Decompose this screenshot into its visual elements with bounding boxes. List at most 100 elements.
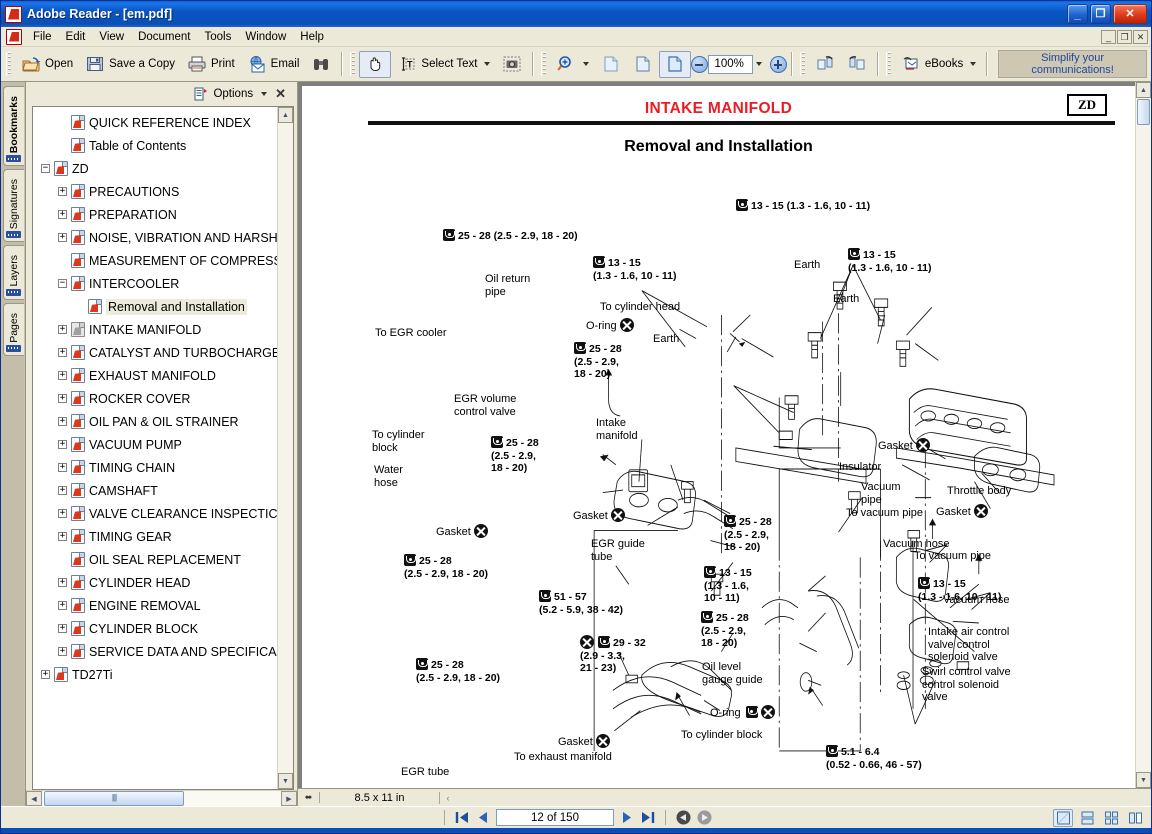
bookmark-expander[interactable]: +	[58, 348, 67, 357]
restore-button[interactable]: ❐	[1090, 4, 1111, 24]
bookmark-expander[interactable]: +	[58, 486, 67, 495]
menu-file[interactable]: File	[26, 29, 59, 45]
menu-help[interactable]: Help	[293, 29, 331, 45]
bookmarks-horizontal-scrollbar[interactable]: ◀ ▶	[26, 790, 297, 806]
document-scroll-down-button[interactable]: ▼	[1136, 772, 1151, 788]
bookmarks-scroll-up-button[interactable]: ▲	[278, 107, 293, 123]
menu-tools[interactable]: Tools	[198, 29, 239, 45]
page-resize-handle[interactable]: ⬌	[298, 792, 320, 803]
email-button[interactable]: Email	[241, 51, 306, 78]
bookmark-expander[interactable]: +	[58, 325, 67, 334]
save-a-copy-button[interactable]: Save a Copy	[79, 51, 181, 78]
open-button[interactable]: Open	[15, 51, 79, 78]
next-page-icon[interactable]	[618, 810, 635, 825]
print-button[interactable]: Print	[181, 51, 241, 78]
bookmark-item[interactable]: + CYLINDER HEAD	[33, 571, 277, 594]
tab-layers[interactable]: Layers	[2, 245, 24, 300]
bookmark-expander[interactable]: +	[58, 417, 67, 426]
tools-toolbar-grip[interactable]	[350, 52, 357, 76]
previous-page-icon[interactable]	[475, 810, 492, 825]
tab-signatures[interactable]: Signatures	[2, 169, 24, 243]
bookmarks-vertical-scrollbar[interactable]: ▲ ▼	[277, 107, 293, 789]
bookmark-item[interactable]: + PRECAUTIONS	[33, 180, 277, 203]
options-dropdown-caret[interactable]	[261, 92, 268, 96]
bookmark-item[interactable]: + TIMING CHAIN	[33, 456, 277, 479]
menu-edit[interactable]: Edit	[59, 29, 93, 45]
tab-bookmarks[interactable]: Bookmarks	[2, 86, 24, 167]
bookmarks-scroll-right-button[interactable]: ▶	[281, 791, 297, 806]
bookmarks-tree[interactable]: QUICK REFERENCE INDEX Table of Contents − Z…	[33, 107, 277, 789]
rotate-counterclockwise-button[interactable]	[841, 51, 873, 78]
bookmarks-hscroll-track[interactable]	[42, 791, 281, 806]
document-scroll-thumb[interactable]	[1137, 99, 1150, 125]
bookmark-item[interactable]: + VALVE CLEARANCE INSPECTIC	[33, 502, 277, 525]
bookmark-item[interactable]: + CYLINDER BLOCK	[33, 617, 277, 640]
bookmark-item[interactable]: + CAMSHAFT	[33, 479, 277, 502]
bookmark-expander[interactable]: +	[58, 647, 67, 656]
bookmark-expander[interactable]: +	[58, 371, 67, 380]
bookmark-expander[interactable]: +	[58, 210, 67, 219]
bookmark-expander[interactable]: +	[58, 233, 67, 242]
bookmark-expander[interactable]: +	[58, 578, 67, 587]
continuous-facing-view-button[interactable]	[1125, 809, 1145, 827]
page-number-field[interactable]: 12 of 150	[496, 809, 614, 826]
doc-restore-button[interactable]: ❐	[1117, 29, 1132, 44]
hand-tool-button[interactable]	[359, 50, 392, 78]
bookmark-item[interactable]: + TD27Ti	[33, 663, 277, 686]
bookmark-expander[interactable]: +	[41, 670, 50, 679]
doc-minimize-button[interactable]: _	[1101, 29, 1116, 44]
bookmarks-scroll-down-button[interactable]: ▼	[278, 773, 293, 789]
actual-size-button[interactable]	[595, 51, 627, 78]
select-text-button[interactable]: T Select Text	[391, 51, 496, 78]
bookmark-item[interactable]: + CATALYST AND TURBOCHARGE	[33, 341, 277, 364]
page-canvas-wrapper[interactable]: ZD INTAKE MANIFOLD Removal and Installat…	[298, 82, 1135, 788]
fit-page-button[interactable]	[627, 51, 659, 78]
document-scroll-up-button[interactable]: ▲	[1136, 82, 1151, 98]
ebooks-toolbar-grip[interactable]	[885, 52, 892, 76]
bookmark-item[interactable]: MEASUREMENT OF COMPRESŚ	[33, 249, 277, 272]
bookmarks-scroll-track[interactable]	[278, 123, 293, 773]
bookmark-item[interactable]: + INTAKE MANIFOLD	[33, 318, 277, 341]
doc-close-button[interactable]: ✕	[1133, 29, 1148, 44]
close-button[interactable]: ✕	[1113, 4, 1147, 24]
document-scroll-track[interactable]	[1136, 98, 1151, 772]
first-page-icon[interactable]	[454, 810, 471, 825]
ad-banner[interactable]: Simplify your communications!	[998, 50, 1147, 78]
zoom-level-dropdown-caret[interactable]	[755, 62, 762, 66]
rotate-clockwise-button[interactable]	[809, 51, 841, 78]
facing-view-button[interactable]	[1101, 809, 1121, 827]
bookmark-item[interactable]: Removal and Installation	[33, 295, 277, 318]
minimize-button[interactable]: _	[1067, 4, 1088, 24]
bookmark-item[interactable]: QUICK REFERENCE INDEX	[33, 111, 277, 134]
single-page-view-button[interactable]	[1053, 808, 1073, 827]
bookmark-expander[interactable]: +	[58, 509, 67, 518]
bookmark-item[interactable]: + OIL PAN & OIL STRAINER	[33, 410, 277, 433]
bookmark-item[interactable]: + NOISE, VIBRATION AND HARSH	[33, 226, 277, 249]
bookmark-item[interactable]: + EXHAUST MANIFOLD	[33, 364, 277, 387]
previous-view-icon[interactable]	[675, 810, 692, 825]
document-vertical-scrollbar[interactable]: ▲ ▼	[1135, 82, 1151, 788]
collapse-panel-button[interactable]: ‹	[440, 793, 456, 803]
bookmark-expander[interactable]: +	[58, 601, 67, 610]
menu-view[interactable]: View	[92, 29, 131, 45]
bookmark-item[interactable]: + ENGINE REMOVAL	[33, 594, 277, 617]
bookmark-item[interactable]: Table of Contents	[33, 134, 277, 157]
next-view-icon[interactable]	[696, 810, 713, 825]
zoom-out-button[interactable]	[691, 55, 709, 73]
bookmark-expander[interactable]: −	[58, 279, 67, 288]
bookmark-item[interactable]: + TIMING GEAR	[33, 525, 277, 548]
zoom-toolbar-grip[interactable]	[541, 52, 548, 76]
bookmark-expander[interactable]: +	[58, 532, 67, 541]
bookmark-expander[interactable]: +	[58, 440, 67, 449]
bookmark-item[interactable]: + SERVICE DATA AND SPECIFICA	[33, 640, 277, 663]
toolbar-grip[interactable]	[6, 52, 12, 76]
continuous-view-button[interactable]	[1077, 809, 1097, 827]
search-button[interactable]	[305, 51, 337, 78]
bookmarks-scroll-left-button[interactable]: ◀	[26, 791, 42, 806]
bookmarks-hscroll-thumb[interactable]	[44, 791, 184, 806]
bookmark-expander[interactable]: −	[41, 164, 50, 173]
bookmark-item[interactable]: − ZD	[33, 157, 277, 180]
bookmark-item[interactable]: − INTERCOOLER	[33, 272, 277, 295]
close-bookmarks-panel-button[interactable]: ✕	[272, 86, 289, 102]
bookmark-expander[interactable]: +	[58, 187, 67, 196]
